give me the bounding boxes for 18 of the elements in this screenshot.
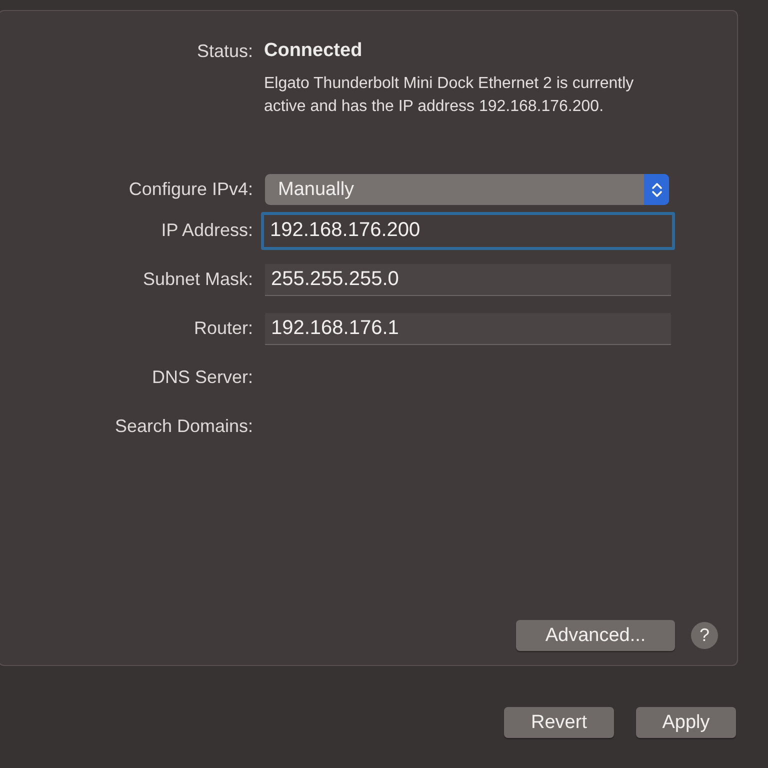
status-description: Elgato Thunderbolt Mini Dock Ethernet 2 is currently active and has the IP address 192.168.176.200. — [264, 74, 635, 117]
chevron-updown-icon — [644, 174, 669, 205]
field-label: DNS Server: — [150, 367, 253, 388]
input-field[interactable]: 255.255.255.0 — [265, 264, 671, 296]
field-label: Search Domains: — [114, 416, 253, 437]
dialog-button[interactable]: Revert — [504, 707, 614, 738]
field-label: IP Address: — [160, 220, 253, 241]
field-label: Router: — [192, 318, 253, 339]
status-value: Connected — [264, 40, 362, 62]
input-field[interactable]: 192.168.176.200 — [261, 212, 675, 250]
input-field[interactable]: 192.168.176.1 — [265, 312, 671, 344]
help-button[interactable]: ? — [691, 622, 718, 649]
dialog-button[interactable]: Apply — [636, 707, 736, 738]
field-label: Configure IPv4: — [128, 179, 253, 200]
status-label: Status: — [196, 40, 253, 62]
configure-dropdown[interactable]: Manually — [265, 174, 669, 205]
advanced-button[interactable]: Advanced... — [516, 620, 675, 651]
field-label: Subnet Mask: — [142, 269, 253, 290]
